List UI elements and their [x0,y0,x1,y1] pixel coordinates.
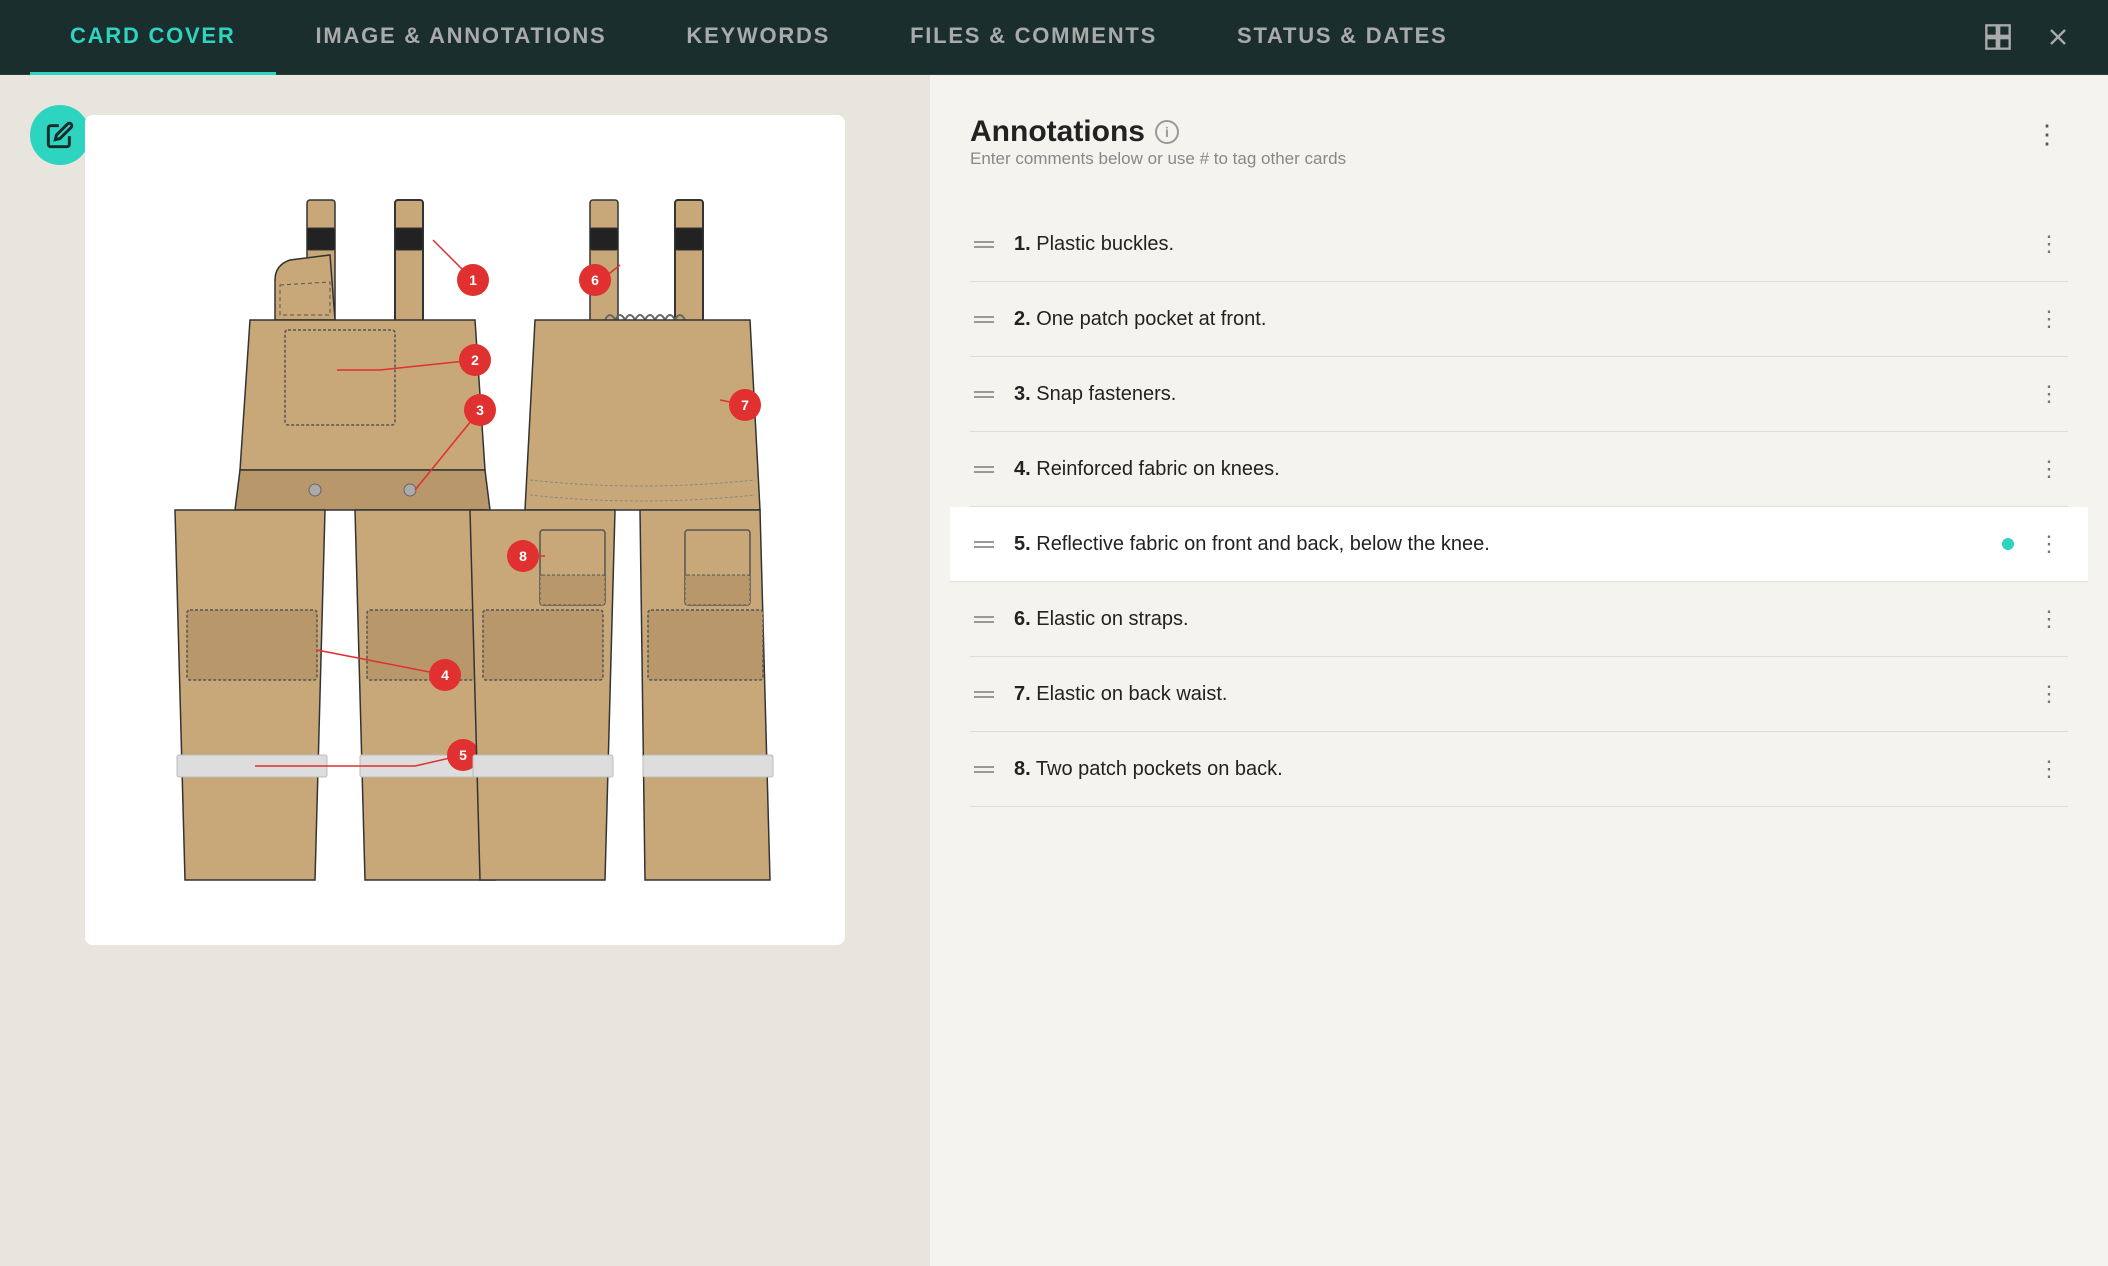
left-panel: 1 2 3 4 5 [0,75,930,1266]
annotations-title-group: Annotations i Enter comments below or us… [970,115,1346,199]
annotation-more-icon-2[interactable]: ⋮ [2030,302,2068,336]
svg-text:4: 4 [441,667,449,683]
annotation-item: 4. Reinforced fabric on knees. ⋮ [970,432,2068,507]
annotation-text-2: 2. One patch pocket at front. [1014,304,2014,334]
svg-text:8: 8 [519,548,527,564]
svg-text:5: 5 [459,747,467,763]
drag-handle-6[interactable] [970,612,998,627]
svg-text:6: 6 [591,272,599,288]
annotation-item: 3. Snap fasteners. ⋮ [970,357,2068,432]
svg-text:2: 2 [471,352,479,368]
annotation-more-icon-7[interactable]: ⋮ [2030,677,2068,711]
tab-keywords[interactable]: KEYWORDS [646,0,870,75]
tab-card-cover[interactable]: CARD COVER [30,0,276,75]
annotation-text-1: 1. Plastic buckles. [1014,229,2014,259]
annotation-more-icon-3[interactable]: ⋮ [2030,377,2068,411]
top-navigation: CARD COVER IMAGE & ANNOTATIONS KEYWORDS … [0,0,2108,75]
drag-handle-4[interactable] [970,462,998,477]
annotations-header: Annotations i Enter comments below or us… [970,115,2068,199]
nav-icons [1978,17,2078,57]
drag-handle-2[interactable] [970,312,998,327]
annotations-title: Annotations [970,115,1145,149]
tab-status-dates[interactable]: STATUS & DATES [1197,0,1487,75]
svg-text:7: 7 [741,397,749,413]
annotations-list: 1. Plastic buckles. ⋮ 2. One patch pocke… [970,207,2068,807]
annotation-more-icon-8[interactable]: ⋮ [2030,752,2068,786]
annotation-item: 6. Elastic on straps. ⋮ [970,582,2068,657]
edit-button[interactable] [30,105,90,165]
annotation-item: 7. Elastic on back waist. ⋮ [970,657,2068,732]
annotation-more-icon-4[interactable]: ⋮ [2030,452,2068,486]
tab-image-annotations[interactable]: IMAGE & ANNOTATIONS [276,0,647,75]
annotation-item: 5. Reflective fabric on front and back, … [950,507,2088,582]
annotation-item: 8. Two patch pockets on back. ⋮ [970,732,2068,807]
drag-handle-5[interactable] [970,537,998,552]
main-content: 1 2 3 4 5 [0,75,2108,1266]
annotation-text-7: 7. Elastic on back waist. [1014,679,2014,709]
svg-text:1: 1 [469,272,477,288]
annotation-text-4: 4. Reinforced fabric on knees. [1014,454,2014,484]
annotation-text-3: 3. Snap fasteners. [1014,379,2014,409]
image-container: 1 2 3 4 5 [85,115,845,945]
svg-text:3: 3 [476,402,484,418]
annotation-text-8: 8. Two patch pockets on back. [1014,754,2014,784]
annotations-subtitle: Enter comments below or use # to tag oth… [970,149,1346,169]
active-dot [2002,538,2014,550]
drag-handle-8[interactable] [970,762,998,777]
drag-handle-7[interactable] [970,687,998,702]
tab-files-comments[interactable]: FILES & COMMENTS [870,0,1197,75]
close-icon[interactable] [2038,17,2078,57]
annotation-text-6: 6. Elastic on straps. [1014,604,2014,634]
annotation-text-5: 5. Reflective fabric on front and back, … [1014,529,1986,559]
annotation-more-icon-5[interactable]: ⋮ [2030,527,2068,561]
layout-icon[interactable] [1978,17,2018,57]
annotation-more-icon-1[interactable]: ⋮ [2030,227,2068,261]
drag-handle-3[interactable] [970,387,998,402]
annotation-item: 2. One patch pocket at front. ⋮ [970,282,2068,357]
annotation-more-icon-6[interactable]: ⋮ [2030,602,2068,636]
annotations-more-icon[interactable]: ⋮ [2026,115,2068,154]
info-icon[interactable]: i [1155,120,1179,144]
drag-handle-1[interactable] [970,237,998,252]
annotation-item: 1. Plastic buckles. ⋮ [970,207,2068,282]
right-panel: Annotations i Enter comments below or us… [930,75,2108,1266]
